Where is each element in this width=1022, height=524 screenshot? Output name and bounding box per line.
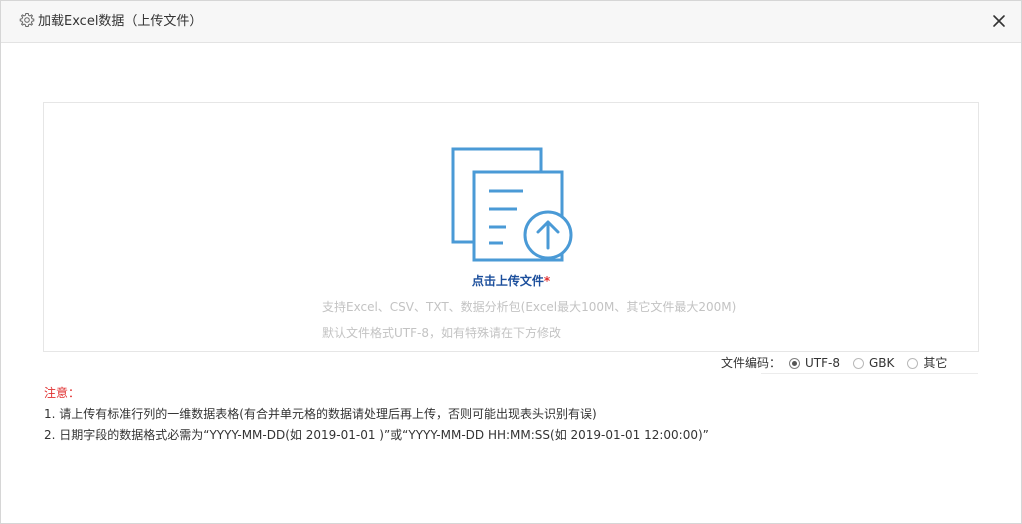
encoding-option-label: UTF-8 <box>805 356 840 370</box>
document-upload-icon <box>451 147 573 262</box>
dialog-title: 加载Excel数据（上传文件） <box>38 14 203 29</box>
encoding-radio-other[interactable]: 其它 <box>907 353 947 373</box>
upload-dialog: 加载Excel数据（上传文件） 点击上传文件* 支持Excel、CSV、TXT、… <box>0 0 1022 524</box>
upload-label-text: 点击上传文件 <box>471 274 544 288</box>
dialog-titlebar: 加载Excel数据（上传文件） <box>1 1 1021 43</box>
upload-label[interactable]: 点击上传文件* <box>44 272 978 289</box>
note-item: 1. 请上传有标准行列的一维数据表格(有合并单元格的数据请处理后再上传，否则可能… <box>44 407 597 421</box>
required-mark: * <box>543 274 551 288</box>
divider <box>761 373 978 374</box>
radio-button[interactable] <box>853 357 864 369</box>
encoding-radio-utf8[interactable]: UTF-8 <box>789 353 840 373</box>
file-upload-dropzone[interactable]: 点击上传文件* 支持Excel、CSV、TXT、数据分析包(Excel最大100… <box>43 102 979 352</box>
note-item: 2. 日期字段的数据格式必需为“YYYY-MM-DD(如 2019-01-01 … <box>44 428 709 442</box>
encoding-option-label: 其它 <box>923 356 948 370</box>
encoding-selector: 文件编码： UTF-8 GBK 其它 <box>721 353 960 373</box>
upload-format-hint: 支持Excel、CSV、TXT、数据分析包(Excel最大100M、其它文件最大… <box>322 300 737 314</box>
gear-icon <box>19 13 35 27</box>
close-icon[interactable] <box>991 13 1007 29</box>
encoding-option-label: GBK <box>869 356 895 370</box>
notes-title: 注意： <box>44 386 81 400</box>
radio-button-checked[interactable] <box>789 357 801 369</box>
encoding-radio-gbk[interactable]: GBK <box>853 353 894 373</box>
notes-section: 注意： 1. 请上传有标准行列的一维数据表格(有合并单元格的数据请处理后再上传，… <box>44 383 709 446</box>
radio-button[interactable] <box>907 357 919 369</box>
encoding-label: 文件编码： <box>721 356 782 370</box>
upload-encoding-hint: 默认文件格式UTF-8，如有特殊请在下方修改 <box>322 326 561 340</box>
